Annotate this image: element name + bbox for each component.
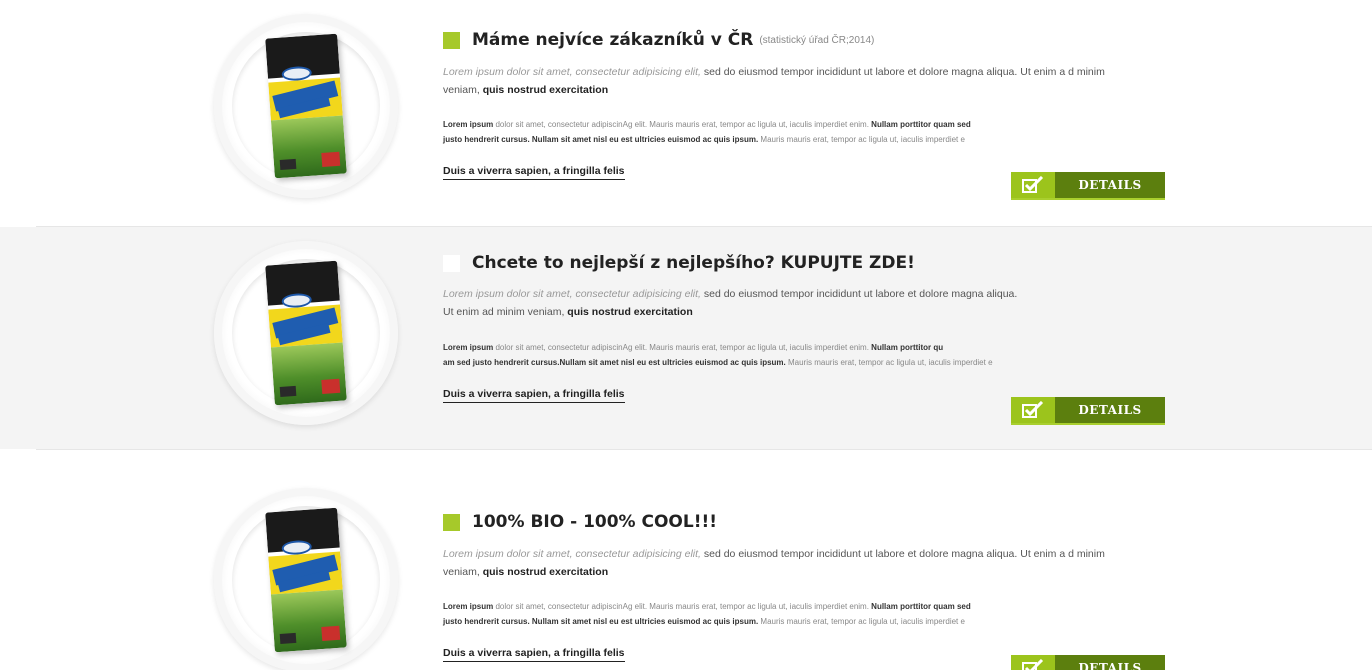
product-image-frame <box>214 488 398 670</box>
product-description-line-2: justo hendrerit cursus. Nullam sit amet … <box>443 135 965 144</box>
product-lead-text: Lorem ipsum dolor sit amet, consectetur … <box>443 288 1018 318</box>
product-list-page: Máme nejvíce zákazníků v ČR (statistický… <box>0 0 1372 670</box>
checkbox-check-icon <box>1011 172 1055 198</box>
details-button[interactable]: DETAILS <box>1011 172 1165 200</box>
product-image-frame <box>214 14 398 198</box>
details-button-label: DETAILS <box>1055 397 1165 423</box>
details-button-label: DETAILS <box>1055 172 1165 198</box>
product-title: 100% BIO - 100% COOL!!! <box>472 512 717 532</box>
product-bag-image <box>265 507 347 653</box>
square-bullet-icon <box>443 254 460 272</box>
product-item-3: 100% BIO - 100% COOL!!! Lorem ipsum dolo… <box>0 450 1372 670</box>
product-heading: 100% BIO - 100% COOL!!! <box>443 512 717 532</box>
product-more-link[interactable]: Duis a viverra sapien, a fringilla felis <box>443 165 625 180</box>
product-lead-text: Lorem ipsum dolor sit amet, consectetur … <box>443 66 1105 96</box>
product-item-2: Chcete to nejlepší z nejlepšího? KUPUJTE… <box>0 227 1372 449</box>
product-title: Chcete to nejlepší z nejlepšího? KUPUJTE… <box>472 253 915 273</box>
product-description-line-1: Lorem ipsum dolor sit amet, consectetur … <box>443 602 971 611</box>
product-title: Máme nejvíce zákazníků v ČR <box>472 30 754 50</box>
product-bag-image <box>265 260 347 406</box>
product-description-line-1: Lorem ipsum dolor sit amet, consectetur … <box>443 120 971 129</box>
checkbox-check-icon <box>1011 397 1055 423</box>
product-description-line-2: am sed justo hendrerit cursus.Nullam sit… <box>443 358 993 367</box>
checkbox-check-icon <box>1011 655 1055 670</box>
details-button[interactable]: DETAILS <box>1011 655 1165 670</box>
details-button[interactable]: DETAILS <box>1011 397 1165 425</box>
product-description-line-1: Lorem ipsum dolor sit amet, consectetur … <box>443 343 944 352</box>
title-source-note: (statistický úřad ČR;2014) <box>759 34 875 46</box>
product-image-frame <box>214 241 398 425</box>
product-heading: Chcete to nejlepší z nejlepšího? KUPUJTE… <box>443 253 915 273</box>
product-more-link[interactable]: Duis a viverra sapien, a fringilla felis <box>443 647 625 662</box>
product-description-line-2: justo hendrerit cursus. Nullam sit amet … <box>443 617 965 626</box>
product-more-link[interactable]: Duis a viverra sapien, a fringilla felis <box>443 388 625 403</box>
product-bag-image <box>265 33 347 179</box>
square-bullet-icon <box>443 513 460 531</box>
details-button-label: DETAILS <box>1055 655 1165 670</box>
product-lead-text: Lorem ipsum dolor sit amet, consectetur … <box>443 548 1105 578</box>
product-heading: Máme nejvíce zákazníků v ČR (statistický… <box>443 30 874 50</box>
square-bullet-icon <box>443 31 460 49</box>
product-item-1: Máme nejvíce zákazníků v ČR (statistický… <box>0 0 1372 226</box>
